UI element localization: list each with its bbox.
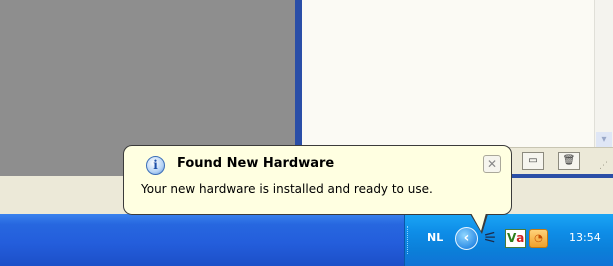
- balloon-message: Your new hardware is installed and ready…: [141, 182, 433, 196]
- tray-divider: [407, 226, 409, 254]
- system-tray: NL ‹ ⚟ Va ◔ 13:54: [404, 214, 613, 266]
- clock[interactable]: 13:54: [569, 231, 601, 244]
- resize-grip-icon[interactable]: ⋰: [599, 160, 611, 172]
- language-indicator[interactable]: NL: [427, 231, 443, 244]
- close-icon[interactable]: ✕: [483, 155, 501, 173]
- layout-icon[interactable]: ▭: [522, 152, 544, 170]
- taskbar: NL ‹ ⚟ Va ◔ 13:54: [0, 214, 613, 266]
- vertical-scrollbar[interactable]: ▾: [594, 0, 613, 148]
- trash-icon[interactable]: 🗑: [558, 152, 580, 170]
- notification-balloon[interactable]: i Found New Hardware ✕ Your new hardware…: [123, 145, 512, 215]
- scroll-down-arrow-icon[interactable]: ▾: [596, 132, 612, 148]
- va-icon[interactable]: Va: [505, 229, 527, 248]
- info-icon: i: [146, 156, 165, 175]
- balloon-tail-fill: [471, 213, 486, 231]
- balloon-title: Found New Hardware: [177, 156, 335, 171]
- scheduler-icon[interactable]: ◔: [529, 229, 548, 248]
